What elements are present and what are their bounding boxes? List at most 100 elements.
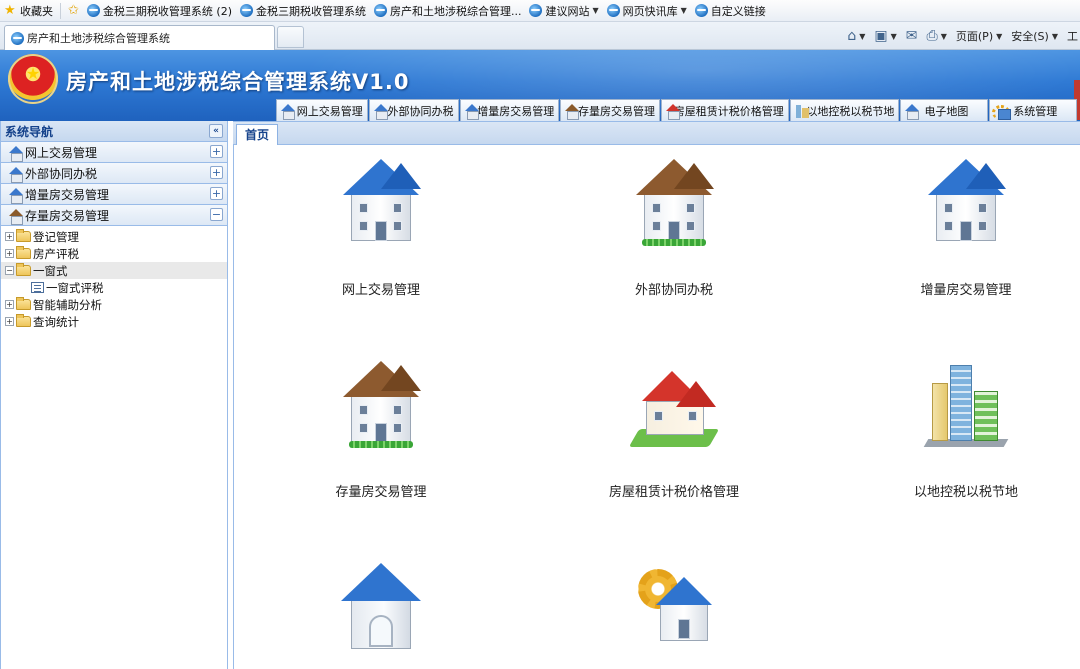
add-favorite-icon: ✩ xyxy=(68,3,79,18)
nav-rental-pricing[interactable]: 房屋租赁计税价格管理 xyxy=(661,99,789,121)
main-content: 网上交易管理 外部协同办税 增量房交易管理 存量房交易管理 房屋租赁计税价格管理… xyxy=(233,145,1080,669)
sidebar-panel-online-trading[interactable]: 网上交易管理 + xyxy=(1,142,227,163)
sidebar-panel-external-collab[interactable]: 外部协同办税 + xyxy=(1,163,227,184)
tile-land-tax[interactable]: 以地控税以税节地 xyxy=(866,361,1066,501)
favorites-button[interactable]: ★ 收藏夹 xyxy=(0,1,57,21)
expand-icon[interactable]: + xyxy=(210,166,223,179)
expand-toggle-icon[interactable]: + xyxy=(5,317,14,326)
content-tab-bar: 首页 xyxy=(233,121,1080,145)
house-icon xyxy=(903,103,921,120)
blue-house-icon xyxy=(926,159,1006,249)
brown-house-icon xyxy=(7,208,23,225)
fav-link-dropdown[interactable]: 网页快讯库 ▼ xyxy=(603,1,691,21)
tree-item-property-assessment[interactable]: + 房产评税 xyxy=(1,245,227,262)
mail-button[interactable]: ✉ xyxy=(906,28,918,44)
chevron-down-icon: ▼ xyxy=(1051,31,1058,41)
feeds-button[interactable]: ▣ ▼ xyxy=(874,28,896,44)
tree-item-label: 查询统计 xyxy=(33,314,79,329)
open-folder-icon xyxy=(16,263,31,276)
nav-online-trading[interactable]: 网上交易管理 xyxy=(276,99,368,121)
house-icon xyxy=(7,187,23,204)
chevron-down-icon: ▼ xyxy=(996,31,1003,41)
nav-label: 以地控税以税节地 xyxy=(806,104,895,118)
chevron-down-icon: ▼ xyxy=(592,6,599,15)
tree-item-one-window-assessment[interactable]: 一窗式评税 xyxy=(1,279,227,296)
buildings-icon xyxy=(793,103,809,119)
star-icon: ★ xyxy=(4,3,16,18)
collapse-icon[interactable]: − xyxy=(210,208,223,221)
fav-link[interactable]: 房产和土地涉税综合管理... xyxy=(370,1,526,21)
nav-land-tax[interactable]: 以地控税以税节地 xyxy=(789,99,900,121)
ie-page-icon xyxy=(606,4,620,17)
fav-link[interactable]: 自定义链接 xyxy=(691,1,770,21)
tools-menu-label: 工 xyxy=(1067,30,1078,43)
brown-house-icon xyxy=(634,159,714,249)
add-favorite-button[interactable]: ✩ xyxy=(64,1,83,21)
tree-item-query-stats[interactable]: + 查询统计 xyxy=(1,313,227,330)
ie-page-icon xyxy=(529,4,543,17)
divider xyxy=(60,2,61,19)
fav-link-label: 自定义链接 xyxy=(710,4,766,18)
sidebar-panel-existing-housing[interactable]: 存量房交易管理 − xyxy=(1,205,227,226)
safety-menu[interactable]: 安全(S) ▼ xyxy=(1011,28,1058,44)
expand-toggle-icon[interactable]: + xyxy=(5,232,14,241)
arch-house-icon xyxy=(341,563,421,653)
tile-label: 以地控税以税节地 xyxy=(913,485,1018,500)
expand-icon[interactable]: + xyxy=(210,187,223,200)
collapse-toggle-icon[interactable]: − xyxy=(5,266,14,275)
tree-item-one-window[interactable]: − 一窗式 xyxy=(1,262,227,279)
nav-label: 房屋租赁计税价格管理 xyxy=(673,104,784,118)
page-menu-label: 页面(P) xyxy=(955,30,994,43)
nav-label: 系统管理 xyxy=(1013,104,1058,118)
browser-tab-title: 房产和土地涉税综合管理系统 xyxy=(27,32,170,45)
nav-label: 外部协同办税 xyxy=(387,104,454,118)
new-tab-button[interactable] xyxy=(277,26,304,48)
nav-label: 电子地图 xyxy=(924,104,969,118)
sidebar-panel-new-housing[interactable]: 增量房交易管理 + xyxy=(1,184,227,205)
red-house-icon xyxy=(664,103,680,120)
buildings-icon xyxy=(923,361,1009,451)
tile-rental-pricing[interactable]: 房屋租赁计税价格管理 xyxy=(574,361,774,501)
printer-icon: ⎙ xyxy=(926,28,938,44)
fav-link[interactable]: 金税三期税收管理系统 xyxy=(236,1,370,21)
nav-new-housing[interactable]: 增量房交易管理 xyxy=(459,99,560,121)
tile-new-housing[interactable]: 增量房交易管理 xyxy=(866,159,1066,299)
chevron-down-icon: ▼ xyxy=(890,31,897,41)
print-button[interactable]: ⎙ ▼ xyxy=(927,28,947,44)
tile-online-trading[interactable]: 网上交易管理 xyxy=(281,159,481,299)
chevron-down-icon: ▼ xyxy=(940,31,947,41)
tile-existing-housing[interactable]: 存量房交易管理 xyxy=(281,361,481,501)
home-icon: ⌂ xyxy=(847,28,857,44)
tile-system-admin[interactable] xyxy=(574,563,774,663)
tools-menu[interactable]: 工 xyxy=(1067,28,1078,44)
house-icon xyxy=(463,103,479,120)
browser-tab[interactable]: 房产和土地涉税综合管理系统 xyxy=(4,25,275,50)
folder-icon xyxy=(16,297,31,310)
nav-existing-housing[interactable]: 存量房交易管理 xyxy=(560,99,661,121)
fav-link[interactable]: 金税三期税收管理系统 (2) xyxy=(83,1,236,21)
tile-external-collab[interactable]: 外部协同办税 xyxy=(574,159,774,299)
home-button[interactable]: ⌂ ▼ xyxy=(847,28,865,44)
expand-icon[interactable]: + xyxy=(210,145,223,158)
fav-link-dropdown[interactable]: 建议网站 ▼ xyxy=(525,1,602,21)
tile-e-map[interactable] xyxy=(281,563,481,663)
ie-page-icon xyxy=(373,4,387,17)
sidebar-title: 系统导航 xyxy=(5,124,54,139)
favorites-label: 收藏夹 xyxy=(20,4,53,18)
tree-item-label: 登记管理 xyxy=(33,229,79,244)
tree-item-label: 房产评税 xyxy=(33,246,79,261)
expand-toggle-icon[interactable]: + xyxy=(5,249,14,258)
page-menu[interactable]: 页面(P) ▼ xyxy=(956,28,1002,44)
ie-page-icon xyxy=(86,4,100,17)
tree-item-smart-analysis[interactable]: + 智能辅助分析 xyxy=(1,296,227,313)
mail-icon: ✉ xyxy=(905,28,918,44)
nav-e-map[interactable]: 电子地图 xyxy=(900,99,989,121)
tab-home[interactable]: 首页 xyxy=(236,124,278,145)
folder-icon xyxy=(16,314,31,327)
expand-toggle-icon[interactable]: + xyxy=(5,300,14,309)
tree-item-registration[interactable]: + 登记管理 xyxy=(1,228,227,245)
nav-external-collab[interactable]: 外部协同办税 xyxy=(368,99,459,121)
tree-item-label: 智能辅助分析 xyxy=(33,297,102,312)
collapse-sidebar-button[interactable]: « xyxy=(209,124,223,138)
nav-system-admin[interactable]: 系统管理 xyxy=(989,99,1077,121)
